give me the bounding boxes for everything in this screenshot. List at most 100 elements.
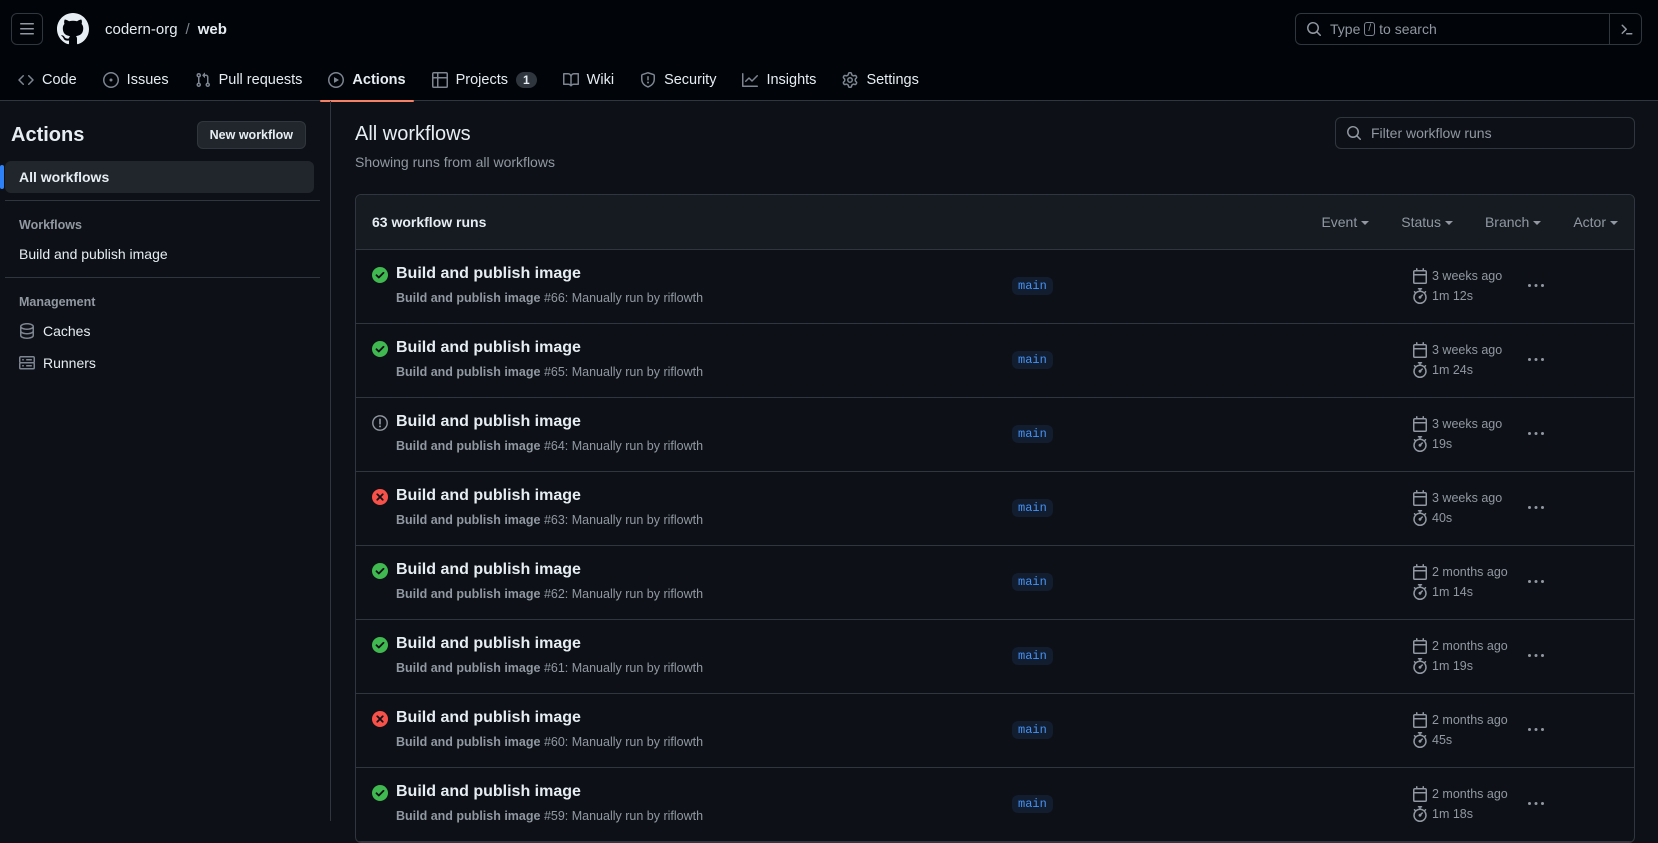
- menu-button[interactable]: [11, 13, 43, 45]
- run-workflow-name: Build and publish image: [396, 365, 541, 379]
- alert-circle-icon: [372, 415, 388, 431]
- filter-runs-input[interactable]: Filter workflow runs: [1335, 117, 1635, 149]
- tab-pull-requests[interactable]: Pull requests: [187, 58, 311, 101]
- workflow-run-row[interactable]: Build and publish image Build and publish…: [356, 694, 1634, 768]
- run-meta: Build and publish image #66: Manually ru…: [396, 291, 703, 305]
- branch-label[interactable]: main: [1012, 647, 1053, 665]
- check-circle-icon: [372, 563, 388, 579]
- run-title-link[interactable]: Build and publish image: [396, 635, 581, 653]
- run-date-text: 3 weeks ago: [1432, 417, 1503, 431]
- github-logo-icon[interactable]: [57, 13, 89, 45]
- run-title-link[interactable]: Build and publish image: [396, 561, 581, 579]
- kebab-horizontal-icon: [1528, 654, 1544, 657]
- x-circle-icon: [372, 711, 388, 727]
- run-menu-button[interactable]: [1520, 346, 1552, 374]
- run-duration-text: 1m 12s: [1432, 289, 1473, 303]
- run-date: 3 weeks ago: [1412, 490, 1502, 506]
- filter-actor-dropdown[interactable]: Actor: [1573, 214, 1618, 230]
- workflow-run-row[interactable]: Build and publish image Build and publish…: [356, 620, 1634, 694]
- branch-label[interactable]: main: [1012, 795, 1053, 813]
- sidebar-item-label: Runners: [43, 355, 96, 371]
- branch-label[interactable]: main: [1012, 425, 1053, 443]
- filter-status-dropdown[interactable]: Status: [1401, 214, 1453, 230]
- branch-label[interactable]: main: [1012, 277, 1053, 295]
- calendar-icon: [1413, 564, 1427, 580]
- search-shortcut-key: /: [1364, 22, 1376, 36]
- runs-list: 63 workflow runs Event Status Branch Act…: [355, 194, 1635, 843]
- tab-issues[interactable]: Issues: [95, 58, 177, 101]
- run-date: 3 weeks ago: [1412, 268, 1502, 284]
- run-title-link[interactable]: Build and publish image: [396, 783, 581, 801]
- run-date-text: 2 months ago: [1432, 713, 1508, 727]
- tab-code[interactable]: Code: [18, 58, 85, 101]
- branch-label[interactable]: main: [1012, 499, 1053, 517]
- run-menu-button[interactable]: [1520, 420, 1552, 448]
- workflow-run-row[interactable]: Build and publish image Build and publish…: [356, 324, 1634, 398]
- run-menu-button[interactable]: [1520, 716, 1552, 744]
- sidebar-item-label: Build and publish image: [19, 246, 168, 262]
- run-title-link[interactable]: Build and publish image: [396, 413, 581, 431]
- graph-icon: [742, 72, 759, 87]
- run-title-link[interactable]: Build and publish image: [396, 339, 581, 357]
- sidebar-item-runners[interactable]: Runners: [5, 347, 314, 379]
- tab-projects[interactable]: Projects 1: [424, 58, 545, 101]
- workflow-run-row[interactable]: Build and publish image Build and publish…: [356, 250, 1634, 324]
- search-placeholder: Type / to search: [1330, 21, 1437, 37]
- run-duration-text: 1m 14s: [1432, 585, 1473, 599]
- run-title-link[interactable]: Build and publish image: [396, 487, 581, 505]
- tab-insights[interactable]: Insights: [734, 58, 824, 101]
- run-workflow-name: Build and publish image: [396, 291, 541, 305]
- search-suffix: to search: [1379, 21, 1437, 37]
- repo-link[interactable]: web: [198, 21, 227, 38]
- tab-actions[interactable]: Actions: [320, 58, 414, 102]
- play-icon: [328, 71, 345, 88]
- tab-label: Code: [42, 71, 77, 88]
- sidebar-item-workflow[interactable]: Build and publish image: [5, 238, 314, 270]
- run-date: 2 months ago: [1412, 786, 1508, 802]
- org-link[interactable]: codern-org: [105, 21, 178, 38]
- run-workflow-name: Build and publish image: [396, 735, 541, 749]
- tab-wiki[interactable]: Wiki: [555, 58, 622, 101]
- kebab-horizontal-icon: [1528, 802, 1544, 805]
- run-duration-text: 19s: [1432, 437, 1453, 451]
- branch-label[interactable]: main: [1012, 573, 1053, 591]
- branch-label[interactable]: main: [1012, 721, 1053, 739]
- workflow-runs-main: All workflows Showing runs from all work…: [355, 101, 1635, 843]
- search-icon: [1307, 22, 1322, 37]
- search-input[interactable]: Type / to search: [1295, 13, 1642, 45]
- run-meta: Build and publish image #61: Manually ru…: [396, 661, 703, 675]
- sidebar-divider: [5, 200, 320, 201]
- run-workflow-name: Build and publish image: [396, 587, 541, 601]
- sidebar-item-all-workflows[interactable]: All workflows: [0, 161, 314, 193]
- sidebar-divider: [5, 277, 320, 278]
- run-title-link[interactable]: Build and publish image: [396, 709, 581, 727]
- run-menu-button[interactable]: [1520, 494, 1552, 522]
- issue-icon: [102, 71, 119, 88]
- run-menu-button[interactable]: [1520, 568, 1552, 596]
- shield-icon: [641, 71, 656, 88]
- run-menu-button[interactable]: [1520, 642, 1552, 670]
- filter-branch-dropdown[interactable]: Branch: [1485, 214, 1541, 230]
- sidebar-item-caches[interactable]: Caches: [5, 315, 314, 347]
- run-menu-button[interactable]: [1520, 272, 1552, 300]
- repo-tabs: Code Issues Pull requests Actions Projects 1 W…: [0, 58, 1658, 102]
- top-bar: codern-org / web Type / to search: [0, 0, 1658, 58]
- command-palette-button[interactable]: [1609, 14, 1641, 44]
- workflow-run-row[interactable]: Build and publish image Build and publish…: [356, 472, 1634, 546]
- workflow-run-row[interactable]: Build and publish image Build and publish…: [356, 768, 1634, 842]
- run-title-link[interactable]: Build and publish image: [396, 265, 581, 283]
- run-meta: Build and publish image #65: Manually ru…: [396, 365, 703, 379]
- tab-security[interactable]: Security: [632, 58, 724, 101]
- filter-event-dropdown[interactable]: Event: [1321, 214, 1369, 230]
- run-date-text: 3 weeks ago: [1432, 491, 1503, 505]
- run-detail: #61: Manually run by riflowth: [543, 661, 704, 675]
- tab-settings[interactable]: Settings: [834, 58, 926, 101]
- workflow-run-row[interactable]: Build and publish image Build and publish…: [356, 398, 1634, 472]
- new-workflow-button[interactable]: New workflow: [196, 121, 306, 149]
- search-icon: [1347, 126, 1362, 141]
- calendar-icon: [1413, 490, 1427, 506]
- run-menu-button[interactable]: [1520, 790, 1552, 818]
- branch-label[interactable]: main: [1012, 351, 1053, 369]
- tab-label: Projects: [455, 71, 508, 88]
- workflow-run-row[interactable]: Build and publish image Build and publish…: [356, 546, 1634, 620]
